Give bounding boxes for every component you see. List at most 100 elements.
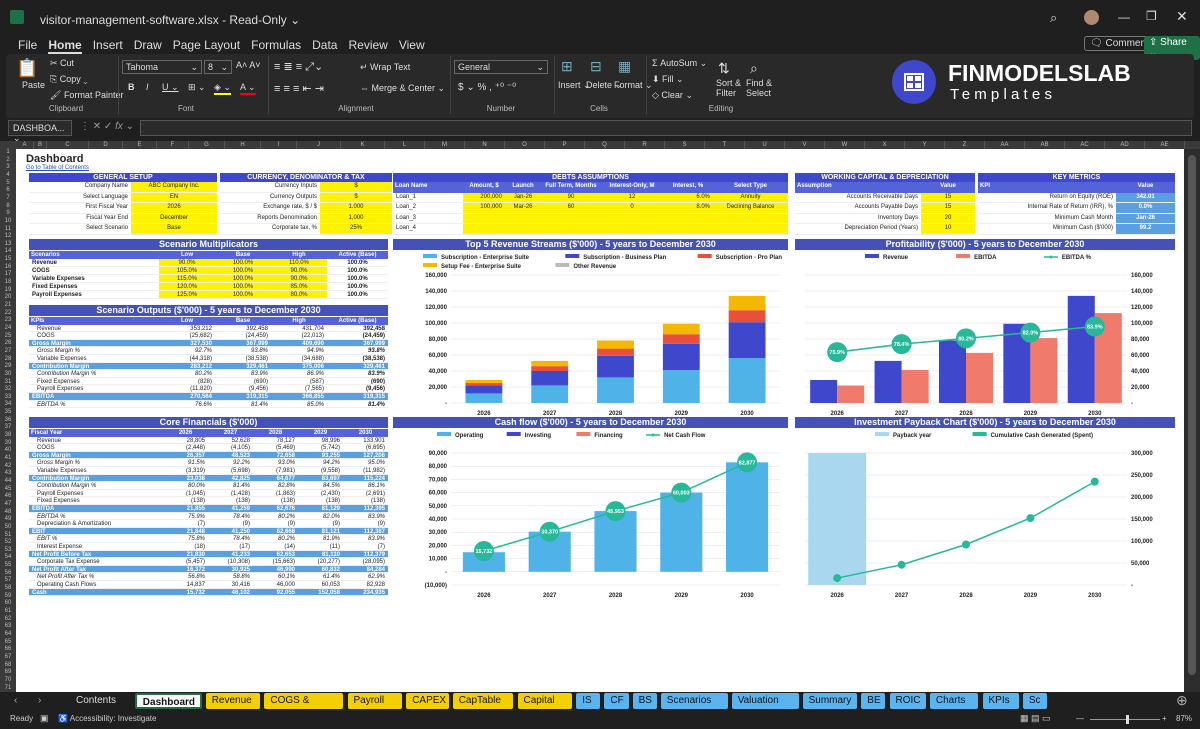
row-header[interactable]: 28 [0,356,16,364]
column-header[interactable]: P [545,141,585,149]
table-cell[interactable]: 80.0% [271,291,327,299]
row-header[interactable]: 63 [0,623,16,631]
column-header[interactable]: R [625,141,665,149]
table-cell[interactable]: 90.0% [271,275,327,283]
menu-data[interactable]: Data [312,38,337,54]
row-header[interactable]: 51 [0,532,16,540]
row-header[interactable]: 47 [0,501,16,509]
sort-filter-icon[interactable]: ⇅ [718,60,730,77]
format-painter-button[interactable]: 🖌 Format Painter [50,90,123,101]
row-header[interactable]: 16 [0,264,16,272]
row-header[interactable]: 43 [0,470,16,478]
zoom-in-icon[interactable]: + [1162,714,1167,723]
table-cell[interactable]: 125.0% [159,291,215,299]
zoom-out-icon[interactable]: — [1076,714,1084,723]
row-header[interactable]: 12 [0,233,16,241]
tab-charts[interactable]: Charts [929,693,979,709]
table-cell[interactable]: 15 [921,203,975,214]
row-header[interactable]: 21 [0,302,16,310]
column-header[interactable]: V [785,141,825,149]
table-cell[interactable]: 100.0% [215,259,271,267]
tab-is[interactable]: IS [576,693,601,709]
clear-button[interactable]: ◇ Clear ⌄ [652,90,693,101]
column-header[interactable]: H [225,141,261,149]
font-color-icon[interactable]: A ⌄ [240,82,256,95]
row-header[interactable]: 52 [0,539,16,547]
toc-link[interactable]: Go to Table of Contents [26,165,89,171]
table-cell[interactable]: 90 [541,192,601,203]
row-header[interactable]: 61 [0,608,16,616]
table-cell[interactable]: 100.0% [215,283,271,291]
column-header[interactable]: J [297,141,341,149]
table-cell[interactable] [713,213,788,224]
column-header[interactable]: Z [945,141,985,149]
row-header[interactable]: 23 [0,317,16,325]
column-header[interactable]: N [465,141,505,149]
row-header[interactable]: 31 [0,379,16,387]
table-cell[interactable]: 90.0% [271,267,327,275]
font-size-select[interactable]: 8 ⌄ [204,60,232,74]
column-header[interactable]: F [157,141,189,149]
tab-capital[interactable]: Capital [517,693,573,709]
tab-roic[interactable]: ROIC [889,693,926,709]
table-cell[interactable]: 100,000 [463,203,505,214]
column-header[interactable]: G [189,141,225,149]
column-header[interactable]: Y [905,141,945,149]
table-cell[interactable]: 20 [921,213,975,224]
cut-button[interactable]: ✂ Cut [50,58,74,69]
row-header[interactable]: 60 [0,600,16,608]
menu-page-layout[interactable]: Page Layout [173,38,240,54]
merge-center-button[interactable]: ⇔ Merge & Center ⌄ [360,83,445,94]
row-header[interactable]: 48 [0,509,16,517]
row-header[interactable]: 9 [0,210,16,218]
row-header[interactable]: 41 [0,455,16,463]
row-header[interactable]: 14 [0,248,16,256]
row-header[interactable]: 54 [0,554,16,562]
row-header[interactable]: 56 [0,570,16,578]
sort-filter-button[interactable]: Sort & Filter [716,78,746,98]
delete-icon[interactable]: ⊟ [590,58,602,75]
column-header[interactable]: L [385,141,425,149]
align-top-icon[interactable]: ≡ ≣ ≡ ⤢⌄ [274,60,323,74]
font-name-select[interactable]: Tahoma ⌄ [122,60,202,74]
column-header[interactable]: B [34,141,47,149]
row-header[interactable]: 59 [0,593,16,601]
table-cell[interactable]: 12 [601,192,663,203]
tab-cogs-opex[interactable]: COGS & OPEX [264,693,344,722]
table-cell[interactable]: 60 [541,203,601,214]
row-header[interactable]: 24 [0,325,16,333]
find-select-icon[interactable]: ⌕ [750,60,758,77]
add-sheet-icon[interactable]: ⊕ [1176,692,1188,709]
column-header[interactable]: A [16,141,34,149]
table-cell[interactable]: 100.0% [215,275,271,283]
fill-button[interactable]: ⬇ Fill ⌄ [652,74,684,85]
align-left-icon[interactable]: ≡ ≡ ≡ ⇤ ⇥ [274,82,324,95]
row-header[interactable]: 36 [0,417,16,425]
row-header[interactable]: 38 [0,432,16,440]
row-header[interactable]: 18 [0,279,16,287]
column-header[interactable]: W [825,141,865,149]
table-cell[interactable]: 25% [320,224,392,235]
column-header[interactable]: T [705,141,745,149]
find-select-button[interactable]: Find & Select [746,78,776,98]
row-header[interactable]: 10 [0,218,16,226]
row-header[interactable]: 67 [0,654,16,662]
column-header[interactable]: X [865,141,905,149]
tab-captable[interactable]: CapTable [452,693,514,709]
row-header[interactable]: 64 [0,631,16,639]
format-icon[interactable]: ▦ [618,58,631,75]
menu-view[interactable]: View [399,38,425,54]
menu-home[interactable]: Home [48,38,82,54]
accessibility-status[interactable]: ♿ Accessibility: Investigate [58,714,156,723]
row-header[interactable]: 49 [0,516,16,524]
table-cell[interactable] [541,213,601,224]
menu-file[interactable]: File [18,38,37,54]
paste-icon[interactable]: 📋 [16,58,38,79]
tab-payroll[interactable]: Payroll [347,693,403,709]
table-cell[interactable]: December [131,213,217,224]
zoom-level[interactable]: 87% [1176,714,1192,723]
normal-view-icon[interactable]: ▦ ▤ ▭ [1020,713,1051,724]
copy-button[interactable]: ⎘ Copy ⌄ [50,74,87,85]
tab-be[interactable]: BE [861,693,886,709]
bold-button[interactable]: B [128,82,135,92]
